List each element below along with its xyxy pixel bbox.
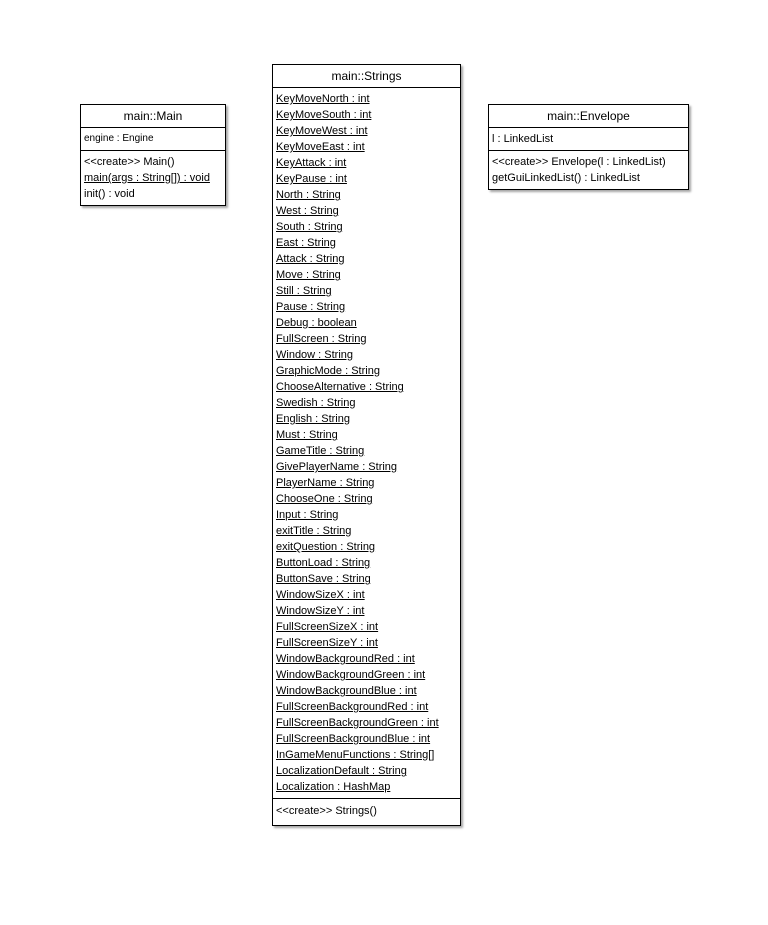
operations-compartment: <<create>> Main() main(args : String[]) :…: [81, 150, 225, 205]
class-name: main::Envelope: [489, 105, 688, 128]
attribute: WindowSizeX : int: [276, 589, 365, 601]
operations-compartment: <<create>> Envelope(l : LinkedList) getGu…: [489, 150, 688, 189]
attribute: Pause : String: [276, 301, 346, 313]
attribute: ChooseAlternative : String: [276, 381, 404, 393]
attribute: ChooseOne : String: [276, 493, 373, 505]
attribute: KeyPause : int: [276, 173, 347, 185]
attribute: Move : String: [276, 269, 341, 281]
attribute: Input : String: [276, 509, 339, 521]
attribute: South : String: [276, 221, 343, 233]
attribute: WindowBackgroundGreen : int: [276, 669, 426, 681]
attribute: West : String: [276, 205, 339, 217]
attribute: WindowBackgroundBlue : int: [276, 685, 417, 697]
attribute: FullScreenBackgroundBlue : int: [276, 733, 431, 745]
attribute: Attack : String: [276, 253, 345, 265]
attribute: LocalizationDefault : String: [276, 765, 407, 777]
attributes-compartment: l : LinkedList: [489, 128, 688, 150]
attribute: GivePlayerName : String: [276, 461, 398, 473]
operation: <<create>> Main(): [84, 156, 175, 168]
attribute: FullScreen : String: [276, 333, 367, 345]
attribute: Must : String: [276, 429, 338, 441]
attribute: KeyMoveWest : int: [276, 125, 368, 137]
class-name: main::Strings: [273, 65, 460, 88]
operation: getGuiLinkedList() : LinkedList: [492, 172, 640, 184]
attributes-compartment: engine : Engine: [81, 128, 225, 150]
attribute: Window : String: [276, 349, 354, 361]
attribute: FullScreenBackgroundRed : int: [276, 701, 429, 713]
operations-compartment: <<create>> Strings(): [273, 798, 460, 825]
attribute: English : String: [276, 413, 350, 425]
class-main[interactable]: main::Main engine : Engine <<create>> Ma…: [80, 104, 226, 206]
operation: <<create>> Strings(): [276, 805, 377, 817]
attribute: Swedish : String: [276, 397, 356, 409]
class-name: main::Main: [81, 105, 225, 128]
attribute: Debug : boolean: [276, 317, 357, 329]
attribute: East : String: [276, 237, 336, 249]
attribute: KeyAttack : int: [276, 157, 347, 169]
attribute: KeyMoveSouth : int: [276, 109, 372, 121]
attributes-compartment: KeyMoveNorth : int KeyMoveSouth : int KeyM…: [273, 88, 460, 798]
attribute: GameTitle : String: [276, 445, 365, 457]
attribute: WindowBackgroundRed : int: [276, 653, 415, 665]
attribute: PlayerName : String: [276, 477, 375, 489]
attribute: North : String: [276, 189, 341, 201]
attribute: exitTitle : String: [276, 525, 352, 537]
attribute: Localization : HashMap: [276, 781, 391, 793]
attribute: KeyMoveNorth : int: [276, 93, 370, 105]
attribute: exitQuestion : String: [276, 541, 376, 553]
attribute: engine : Engine: [84, 133, 154, 144]
class-envelope[interactable]: main::Envelope l : LinkedList <<create>>…: [488, 104, 689, 190]
attribute: ButtonLoad : String: [276, 557, 371, 569]
attribute: l : LinkedList: [492, 133, 554, 145]
operation: <<create>> Envelope(l : LinkedList): [492, 156, 666, 168]
attribute: ButtonSave : String: [276, 573, 371, 585]
attribute: Still : String: [276, 285, 332, 297]
attribute: FullScreenSizeX : int: [276, 621, 379, 633]
class-strings[interactable]: main::Strings KeyMoveNorth : intKeyMoveS…: [272, 64, 461, 826]
operation: main(args : String[]) : void: [84, 172, 210, 184]
attribute: WindowSizeY : int: [276, 605, 365, 617]
attribute: InGameMenuFunctions : String[]: [276, 749, 435, 761]
attribute: KeyMoveEast : int: [276, 141, 365, 153]
attribute: FullScreenSizeY : int: [276, 637, 378, 649]
attribute: GraphicMode : String: [276, 365, 380, 377]
attribute: FullScreenBackgroundGreen : int: [276, 717, 439, 729]
operation: init() : void: [84, 188, 135, 200]
